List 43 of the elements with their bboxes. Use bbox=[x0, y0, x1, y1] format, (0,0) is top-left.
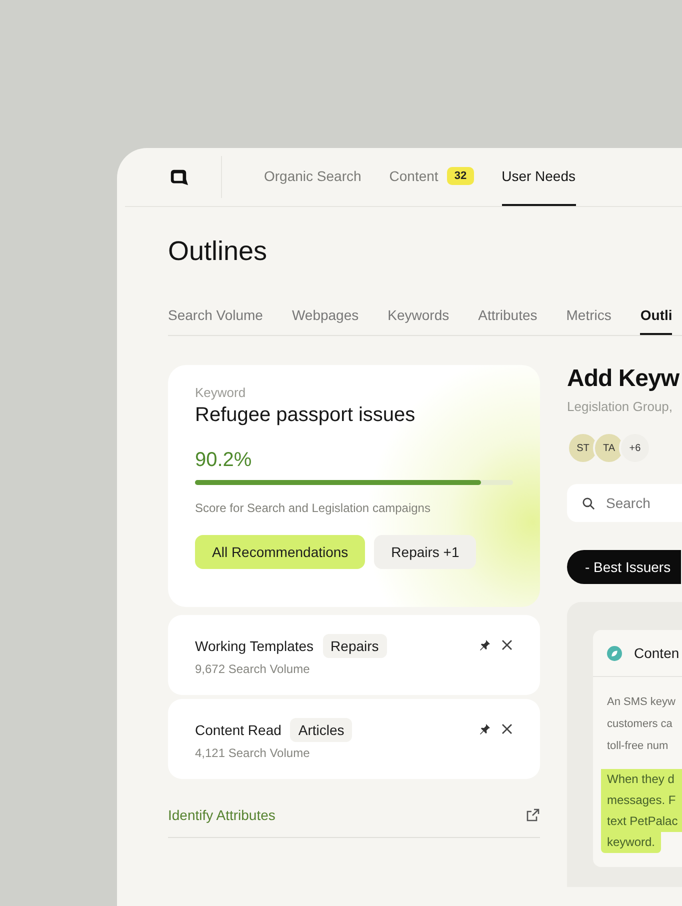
category-tag: Repairs bbox=[322, 634, 387, 658]
more-avatars: +6 bbox=[619, 432, 651, 464]
logo-icon bbox=[169, 168, 188, 186]
panel-title: Add Keyw bbox=[567, 365, 680, 393]
nav-tab[interactable]: Organic Search bbox=[264, 148, 362, 206]
search-volume: 9,672 Search Volume bbox=[195, 662, 311, 676]
tab[interactable]: Keywords bbox=[388, 301, 450, 335]
filter-button[interactable]: Repairs +1 bbox=[374, 535, 476, 569]
content-title: Conten bbox=[634, 645, 680, 661]
close-icon[interactable] bbox=[501, 639, 513, 651]
page-title: Outlines bbox=[168, 236, 268, 268]
pin-icon[interactable] bbox=[479, 723, 491, 735]
keyword-name: Working Templates bbox=[195, 638, 314, 654]
keyword-row[interactable]: Working Templates Repairs 9,672 Search Volume bbox=[168, 615, 540, 695]
score-caption: Score for Search and Legislation campaigns bbox=[195, 501, 430, 515]
filter-button[interactable]: All Recommendations bbox=[195, 535, 366, 569]
nav-tab[interactable]: Content 32 bbox=[389, 148, 474, 206]
body-text-line: toll-free num bbox=[607, 739, 668, 754]
body-text-line: An SMS keyw bbox=[607, 695, 676, 710]
tab[interactable]: Outli bbox=[640, 301, 672, 335]
leaf-icon bbox=[607, 646, 622, 660]
tab[interactable]: Attributes bbox=[478, 301, 538, 335]
keyword-name: Content Read bbox=[195, 722, 282, 738]
category-tag: Articles bbox=[290, 718, 352, 742]
score-value: 90.2% bbox=[195, 449, 252, 472]
search-icon bbox=[582, 497, 595, 510]
tab[interactable]: Search Volume bbox=[168, 301, 263, 335]
close-icon[interactable] bbox=[501, 723, 513, 735]
count-badge: 32 bbox=[447, 167, 474, 185]
tab[interactable]: Metrics bbox=[566, 301, 612, 335]
pin-icon[interactable] bbox=[479, 639, 491, 651]
keyword-row[interactable]: Content Read Articles 4,121 Search Volume bbox=[168, 699, 540, 779]
search-field[interactable]: Search bbox=[567, 484, 682, 522]
keyword-label: Keyword bbox=[195, 385, 246, 400]
search-volume: 4,121 Search Volume bbox=[195, 746, 311, 760]
keyword-text: Refugee passport issues bbox=[195, 404, 416, 427]
tab[interactable]: Webpages bbox=[292, 301, 359, 335]
body-text-line: customers ca bbox=[607, 717, 672, 732]
filter-chip[interactable]: - Best Issuers bbox=[567, 550, 681, 584]
nav-tab[interactable]: User Needs bbox=[502, 148, 576, 206]
identify-attributes-link[interactable]: Identify Attributes bbox=[168, 807, 276, 823]
external-link-icon[interactable] bbox=[526, 808, 540, 822]
panel-subtitle: Legislation Group, bbox=[567, 399, 673, 414]
